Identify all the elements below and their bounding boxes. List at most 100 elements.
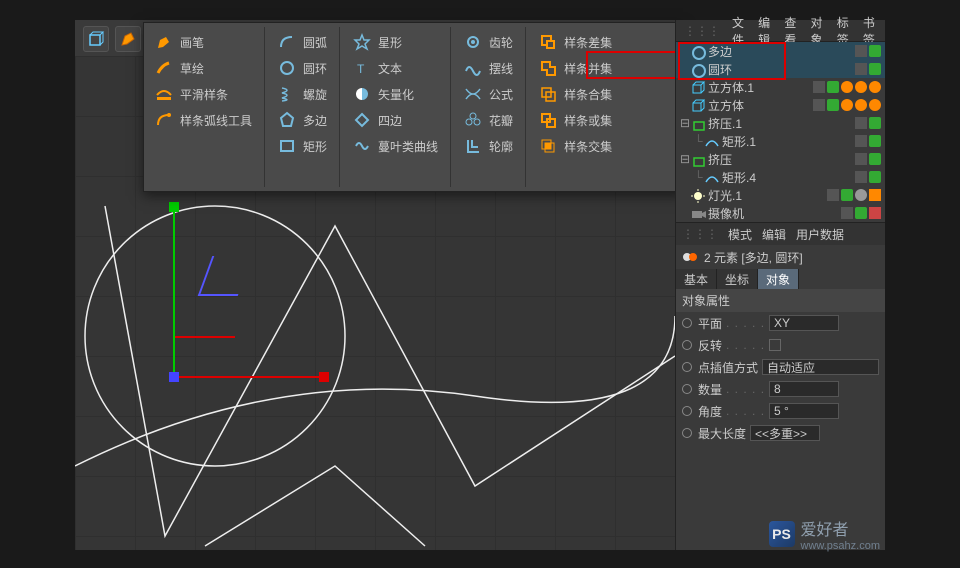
menu-item-rect-blue[interactable]: 矩形 <box>271 133 333 159</box>
prop-maxlen: 最大长度 <<多重>> <box>676 422 885 444</box>
object-row[interactable]: ⊟挤压 <box>676 150 885 168</box>
menu-item-profile-blue[interactable]: 轮廓 <box>457 133 519 159</box>
menu-item-arc-tool-orange[interactable]: 样条弧线工具 <box>148 107 258 133</box>
menu-item-flower-blue[interactable]: 花瓣 <box>457 107 519 133</box>
menu-item-label: 平滑样条 <box>180 86 228 103</box>
circle-blue-icon <box>690 62 704 76</box>
menu-item-label: 样条或集 <box>564 112 612 129</box>
attr-menu-edit[interactable]: 编辑 <box>762 226 786 243</box>
tab-object[interactable]: 对象 <box>758 269 799 289</box>
menu-item-star-blue[interactable]: 星形 <box>346 29 444 55</box>
multi-element-icon <box>682 249 698 265</box>
radio-icon[interactable] <box>682 362 692 372</box>
menu-item-intersect-orange[interactable]: 样条交集 <box>532 133 618 159</box>
object-name: 挤压 <box>708 151 855 168</box>
object-row[interactable]: ⊟挤压.1 <box>676 114 885 132</box>
angle-field[interactable]: 5 ° <box>769 403 839 419</box>
object-row[interactable]: 灯光.1 <box>676 186 885 204</box>
menu-item-pen-orange[interactable]: 画笔 <box>148 29 258 55</box>
menu-item-or-orange[interactable]: 样条或集 <box>532 107 618 133</box>
menu-item-circle-blue[interactable]: 圆环 <box>271 55 333 81</box>
spline-blue-icon <box>704 170 718 184</box>
menu-item-formula-blue[interactable]: 公式 <box>457 81 519 107</box>
object-tags[interactable] <box>813 99 885 111</box>
formula-blue-icon <box>463 84 483 104</box>
object-row[interactable]: 立方体.1 <box>676 78 885 96</box>
object-tags[interactable] <box>855 135 885 147</box>
object-row[interactable]: 圆环 <box>676 60 885 78</box>
object-tags[interactable] <box>841 207 885 219</box>
object-tags[interactable] <box>855 171 885 183</box>
intersect-orange-icon <box>538 136 558 156</box>
menu-item-cissoid-blue[interactable]: 蔓叶类曲线 <box>346 133 444 159</box>
watermark-logo: PS <box>769 521 795 547</box>
object-row[interactable]: └矩形.1 <box>676 132 885 150</box>
menu-item-cogwheel-blue[interactable]: 齿轮 <box>457 29 519 55</box>
axis-x[interactable] <box>173 376 323 378</box>
flower-blue-icon <box>463 110 483 130</box>
menu-item-smooth-orange[interactable]: 平滑样条 <box>148 81 258 107</box>
circle-blue-icon <box>277 58 297 78</box>
object-tags[interactable] <box>855 117 885 129</box>
attr-menu-mode[interactable]: 模式 <box>728 226 752 243</box>
menu-item-union-orange[interactable]: 样条并集 <box>532 55 618 81</box>
axis-x-short <box>175 336 235 338</box>
menu-item-subtract-orange[interactable]: 样条差集 <box>532 29 618 55</box>
cube-tool-icon[interactable] <box>83 26 109 52</box>
handle-x[interactable] <box>319 372 329 382</box>
menu-item-arc-blue[interactable]: 圆弧 <box>271 29 333 55</box>
axis-y[interactable] <box>173 206 175 376</box>
text-blue-icon: T <box>352 58 372 78</box>
object-manager-menu: ⋮⋮⋮ 文件 编辑 查看 对象 标签 书签 <box>676 20 885 42</box>
object-tags[interactable] <box>813 81 885 93</box>
radio-icon <box>682 428 692 438</box>
pen-tool-icon[interactable] <box>115 26 141 52</box>
menu-item-label: 花瓣 <box>489 112 513 129</box>
menu-item-cycloid-blue[interactable]: 摆线 <box>457 55 519 81</box>
menu-item-label: 圆环 <box>303 60 327 77</box>
object-row[interactable]: 立方体 <box>676 96 885 114</box>
handle-y[interactable] <box>169 202 179 212</box>
object-row[interactable]: └矩形.4 <box>676 168 885 186</box>
radio-icon[interactable] <box>682 340 692 350</box>
object-tags[interactable] <box>855 45 885 57</box>
menu-item-vectorize-blue[interactable]: 矢量化 <box>346 81 444 107</box>
element-summary: 2 元素 [多边, 圆环] <box>676 245 885 269</box>
attribute-tabs: 基本 坐标 对象 <box>676 269 885 289</box>
cube-cyan-icon <box>690 98 704 112</box>
tab-basic[interactable]: 基本 <box>676 269 717 289</box>
object-tags[interactable] <box>855 153 885 165</box>
menu-item-label: 齿轮 <box>489 34 513 51</box>
element-summary-text: 2 元素 [多边, 圆环] <box>704 249 803 266</box>
menu-item-label: 样条弧线工具 <box>180 112 252 129</box>
cycloid-blue-icon <box>463 58 483 78</box>
interp-dropdown[interactable]: 自动适应 <box>762 359 879 375</box>
menu-item-label: 轮廓 <box>489 138 513 155</box>
reverse-checkbox[interactable] <box>769 339 781 351</box>
menu-item-label: 星形 <box>378 34 402 51</box>
object-name: 圆环 <box>708 61 855 78</box>
object-tags[interactable] <box>855 63 885 75</box>
menu-item-helix-blue[interactable]: 螺旋 <box>271 81 333 107</box>
object-list[interactable]: 多边圆环立方体.1立方体⊟挤压.1└矩形.1⊟挤压└矩形.4灯光.1摄像机 <box>676 42 885 223</box>
object-tags[interactable] <box>827 189 885 201</box>
object-row[interactable]: 多边 <box>676 42 885 60</box>
prop-count: 数量 . . . . . 8 <box>676 378 885 400</box>
attr-menu-userdata[interactable]: 用户数据 <box>796 226 844 243</box>
object-row[interactable]: 摄像机 <box>676 204 885 222</box>
radio-icon[interactable] <box>682 318 692 328</box>
menu-item-polygon-blue[interactable]: 多边 <box>271 107 333 133</box>
object-name: 立方体 <box>708 97 813 114</box>
handle-origin[interactable] <box>169 372 179 382</box>
plane-dropdown[interactable]: XY <box>769 315 839 331</box>
watermark: PS 爱好者 www.psahz.com <box>769 516 880 552</box>
tab-coord[interactable]: 坐标 <box>717 269 758 289</box>
menu-item-text-blue[interactable]: T文本 <box>346 55 444 81</box>
menu-item-sketch-orange[interactable]: 草绘 <box>148 55 258 81</box>
radio-icon[interactable] <box>682 406 692 416</box>
menu-item-label: 样条并集 <box>564 60 612 77</box>
menu-item-and-orange[interactable]: 样条合集 <box>532 81 618 107</box>
menu-item-quad-blue[interactable]: 四边 <box>346 107 444 133</box>
object-name: 多边 <box>708 43 855 60</box>
sketch-orange-icon <box>154 58 174 78</box>
